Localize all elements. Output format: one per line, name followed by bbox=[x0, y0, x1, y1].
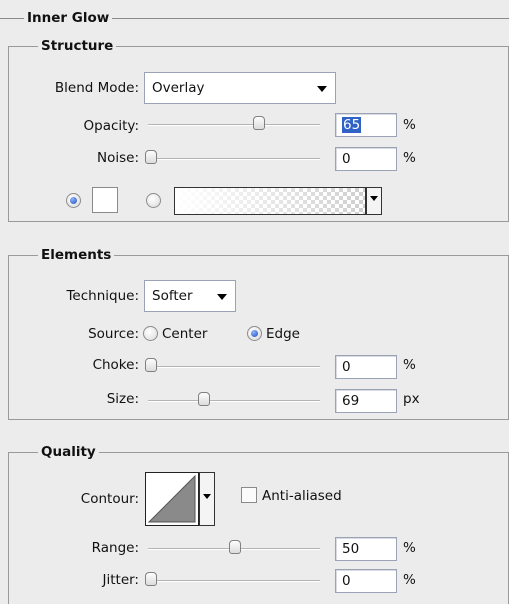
chevron-down-icon bbox=[217, 294, 227, 300]
noise-label: Noise: bbox=[97, 150, 139, 166]
jitter-input[interactable]: 0 bbox=[335, 569, 397, 593]
inner-glow-title: Inner Glow bbox=[24, 10, 113, 26]
opacity-slider-thumb[interactable] bbox=[253, 116, 265, 130]
jitter-slider-track[interactable] bbox=[148, 580, 320, 582]
contour-picker-button[interactable] bbox=[199, 472, 215, 526]
source-label: Source: bbox=[88, 326, 139, 342]
range-label: Range: bbox=[91, 540, 139, 556]
noise-slider-track[interactable] bbox=[148, 158, 320, 160]
anti-aliased-checkbox[interactable] bbox=[241, 487, 257, 503]
structure-title: Structure bbox=[38, 38, 117, 54]
gradient-preview[interactable] bbox=[174, 187, 366, 215]
contour-preview[interactable] bbox=[145, 472, 199, 526]
technique-value: Softer bbox=[152, 288, 193, 304]
glow-color-swatch[interactable] bbox=[92, 187, 118, 213]
elements-title: Elements bbox=[38, 247, 115, 263]
jitter-slider-thumb[interactable] bbox=[145, 572, 157, 586]
range-unit: % bbox=[403, 540, 416, 556]
opacity-slider-track[interactable] bbox=[148, 124, 320, 126]
quality-title: Quality bbox=[38, 444, 99, 460]
jitter-unit: % bbox=[403, 572, 416, 588]
noise-input[interactable]: 0 bbox=[335, 147, 397, 171]
anti-aliased-label[interactable]: Anti-aliased bbox=[262, 488, 342, 504]
technique-label: Technique: bbox=[66, 288, 139, 304]
blend-mode-value: Overlay bbox=[152, 80, 205, 96]
choke-slider-thumb[interactable] bbox=[145, 358, 157, 372]
opacity-unit: % bbox=[403, 117, 416, 133]
chevron-down-icon bbox=[370, 196, 378, 201]
technique-dropdown[interactable]: Softer bbox=[144, 280, 236, 312]
source-center-radio[interactable] bbox=[143, 326, 158, 341]
chevron-down-icon bbox=[317, 86, 327, 92]
size-slider-track[interactable] bbox=[148, 400, 320, 402]
chevron-down-icon bbox=[203, 494, 211, 499]
solid-color-radio[interactable] bbox=[66, 193, 81, 208]
source-edge-radio[interactable] bbox=[247, 326, 262, 341]
jitter-label: Jitter: bbox=[102, 572, 140, 588]
size-label: Size: bbox=[106, 391, 139, 407]
blend-mode-label: Blend Mode: bbox=[54, 80, 139, 96]
blend-mode-dropdown[interactable]: Overlay bbox=[144, 72, 336, 104]
choke-slider-track[interactable] bbox=[148, 366, 320, 368]
size-slider-thumb[interactable] bbox=[198, 392, 210, 406]
contour-label: Contour: bbox=[80, 491, 139, 507]
choke-input[interactable]: 0 bbox=[335, 355, 397, 379]
noise-slider-thumb[interactable] bbox=[145, 150, 157, 164]
source-edge-label[interactable]: Edge bbox=[266, 326, 300, 342]
contour-linear-icon bbox=[147, 474, 196, 523]
choke-unit: % bbox=[403, 357, 416, 373]
noise-unit: % bbox=[403, 150, 416, 166]
gradient-picker-button[interactable] bbox=[366, 187, 382, 215]
size-unit: px bbox=[403, 391, 420, 407]
source-center-label[interactable]: Center bbox=[162, 326, 207, 342]
range-slider-thumb[interactable] bbox=[229, 540, 241, 554]
range-input[interactable]: 50 bbox=[335, 537, 397, 561]
size-input[interactable]: 69 bbox=[335, 389, 397, 413]
opacity-label: Opacity: bbox=[83, 118, 140, 134]
gradient-radio[interactable] bbox=[146, 193, 161, 208]
choke-label: Choke: bbox=[92, 357, 139, 373]
opacity-input[interactable]: 65 bbox=[335, 113, 397, 137]
